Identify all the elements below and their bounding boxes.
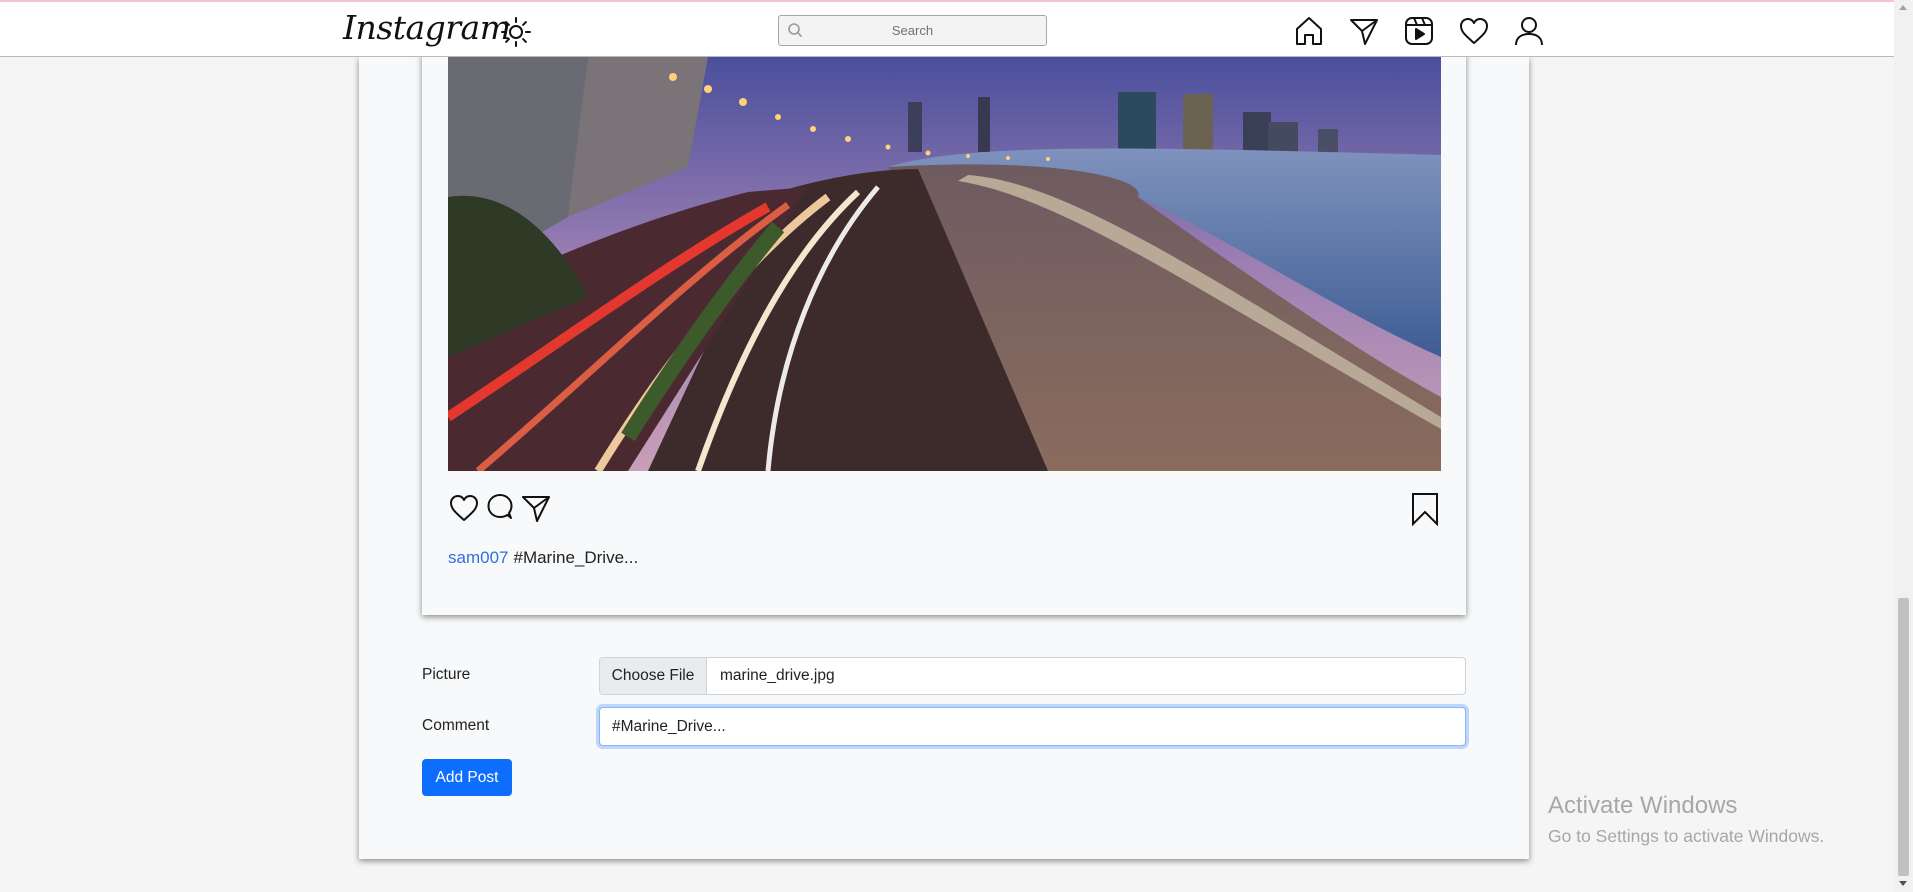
reels-icon[interactable] xyxy=(1403,15,1435,47)
picture-file-input[interactable]: Choose File marine_drive.jpg xyxy=(599,657,1466,695)
home-icon[interactable] xyxy=(1293,15,1325,47)
heart-icon[interactable] xyxy=(1458,15,1490,47)
selected-file-name: marine_drive.jpg xyxy=(720,667,835,684)
scroll-up-arrow-icon[interactable] xyxy=(1899,5,1907,10)
profile-icon[interactable] xyxy=(1513,15,1545,47)
scrollbar-thumb[interactable] xyxy=(1898,598,1909,876)
share-send-icon[interactable] xyxy=(520,492,552,524)
post-username-link[interactable]: sam007 xyxy=(448,548,508,567)
bookmark-icon[interactable] xyxy=(1409,492,1441,527)
page-scrollbar[interactable] xyxy=(1894,0,1913,892)
comment-label: Comment xyxy=(422,717,490,734)
comment-input[interactable] xyxy=(599,707,1466,746)
comment-bubble-icon[interactable] xyxy=(484,492,516,524)
activate-windows-watermark: Activate Windows Go to Settings to activ… xyxy=(1548,792,1824,847)
post-caption: sam007 #Marine_Drive... xyxy=(448,548,638,568)
add-post-button[interactable]: Add Post xyxy=(422,759,512,796)
watermark-title: Activate Windows xyxy=(1548,792,1738,819)
watermark-subtitle: Go to Settings to activate Windows. xyxy=(1548,826,1825,846)
like-heart-icon[interactable] xyxy=(448,492,480,524)
main-container: sam007 #Marine_Drive... Picture Choose Fi… xyxy=(359,52,1529,859)
search-input[interactable]: Search xyxy=(778,15,1047,46)
picture-label: Picture xyxy=(422,666,471,683)
choose-file-button[interactable]: Choose File xyxy=(600,658,707,694)
send-icon[interactable] xyxy=(1348,15,1380,47)
navbar: Instagram Search xyxy=(0,2,1894,57)
search-placeholder: Search xyxy=(891,23,934,38)
post-caption-text: #Marine_Drive... xyxy=(513,548,639,567)
post-card: sam007 #Marine_Drive... xyxy=(422,52,1466,615)
instagram-logo[interactable]: Instagram xyxy=(343,8,511,47)
theme-toggle-icon[interactable] xyxy=(500,16,532,53)
scroll-down-arrow-icon[interactable] xyxy=(1899,881,1907,886)
post-image[interactable] xyxy=(448,57,1441,471)
